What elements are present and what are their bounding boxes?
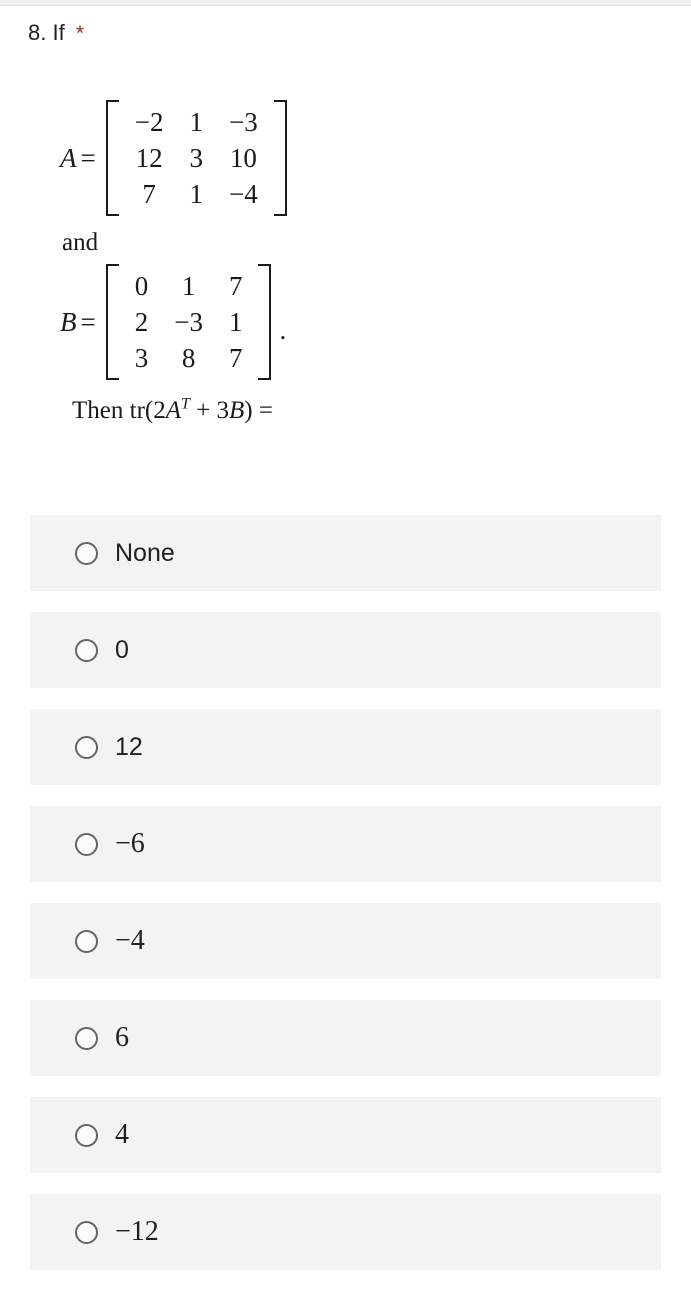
matrix-a-cell: 1	[189, 107, 203, 137]
question-number: 8.	[28, 20, 47, 45]
matrix-a-cell: −4	[228, 179, 258, 209]
question-math-body: A = −2 1 −3 12 3 10 7 1 −4 and B = 0 1 7…	[0, 100, 691, 428]
radio-button-icon[interactable]	[75, 541, 98, 565]
option-label: 0	[115, 636, 129, 664]
required-asterisk-icon: *	[75, 22, 85, 45]
matrix-b-cell: 3	[134, 343, 149, 373]
matrix-b-cell: −3	[174, 307, 203, 337]
option-label: −12	[115, 1216, 159, 1247]
option-label: 6	[115, 1022, 129, 1053]
radio-button-icon[interactable]	[75, 735, 98, 759]
trace-expression-close: ) =	[244, 397, 273, 424]
conjunction-text: and	[62, 229, 99, 256]
radio-button-icon[interactable]	[75, 638, 98, 662]
matrix-a-cell: 3	[189, 143, 203, 173]
radio-button-icon[interactable]	[75, 1026, 98, 1050]
matrix-a-cell: 7	[142, 179, 156, 209]
matrix-b-period: .	[279, 315, 287, 345]
option-row-none[interactable]: None	[30, 515, 661, 591]
matrix-b-cell: 1	[181, 271, 196, 301]
matrix-a-cell: 12	[135, 143, 163, 173]
option-row-0[interactable]: 0	[30, 612, 661, 688]
option-label: 12	[115, 733, 143, 761]
option-row-minus-6[interactable]: −6	[30, 806, 661, 882]
matrix-a-cell: 1	[189, 179, 203, 209]
matrix-a-cell: −3	[228, 107, 258, 137]
matrix-a-row: −2 1 −3	[122, 104, 271, 140]
matrix-b-row: 3 8 7	[122, 340, 256, 376]
option-label: None	[115, 539, 175, 567]
option-row-4[interactable]: 4	[30, 1097, 661, 1173]
matrix-b-cell: 1	[228, 307, 243, 337]
matrix-b-cell: 7	[228, 271, 243, 301]
matrix-a-cell: −2	[134, 107, 164, 137]
radio-button-icon[interactable]	[75, 1123, 98, 1147]
trace-expression-var-b: B	[229, 397, 245, 424]
matrix-a: −2 1 −3 12 3 10 7 1 −4	[105, 100, 287, 216]
trace-expression-exponent: T	[181, 395, 190, 413]
question-header: 8. If *	[28, 18, 84, 49]
option-row-12[interactable]: 12	[30, 709, 661, 785]
matrix-b-cell: 7	[228, 343, 243, 373]
trace-expression-var-a: A	[165, 397, 181, 424]
trace-expression: Then tr(2AT + 3B) =	[0, 394, 691, 428]
matrix-a-cell: 10	[229, 143, 257, 173]
matrix-b: 0 1 7 2 −3 1 3 8 7	[105, 264, 272, 380]
matrix-b-row: 0 1 7	[122, 268, 256, 304]
matrix-b-cell: 2	[134, 307, 149, 337]
trace-expression-plus: + 3	[189, 397, 230, 424]
matrix-b-label: B	[60, 306, 77, 337]
question-prompt: If	[52, 20, 65, 45]
radio-button-icon[interactable]	[75, 929, 98, 953]
option-label: −6	[115, 828, 145, 859]
matrix-b-line: B = 0 1 7 2 −3 1 3 8 7 .	[0, 264, 691, 380]
matrix-a-label: A	[60, 142, 77, 173]
matrix-a-equals: =	[80, 142, 96, 173]
option-row-minus-4[interactable]: −4	[30, 903, 661, 979]
matrix-b-cell: 0	[134, 271, 149, 301]
option-row-6[interactable]: 6	[30, 1000, 661, 1076]
matrix-b-row: 2 −3 1	[122, 304, 256, 340]
matrix-a-line: A = −2 1 −3 12 3 10 7 1 −4	[0, 100, 691, 216]
radio-button-icon[interactable]	[75, 832, 98, 856]
matrix-a-row: 12 3 10	[122, 140, 271, 176]
option-label: 4	[115, 1119, 129, 1150]
page-top-divider	[0, 5, 691, 6]
radio-button-icon[interactable]	[75, 1220, 98, 1244]
matrix-b-cell: 8	[181, 343, 196, 373]
option-row-minus-12[interactable]: −12	[30, 1194, 661, 1270]
matrix-b-equals: =	[80, 306, 96, 337]
option-label: −4	[115, 925, 145, 956]
trace-expression-lead: Then tr(2	[72, 397, 166, 424]
answer-options-list: None 0 12 −6 −4 6 4 −12	[30, 515, 661, 1291]
matrix-a-row: 7 1 −4	[122, 176, 271, 212]
